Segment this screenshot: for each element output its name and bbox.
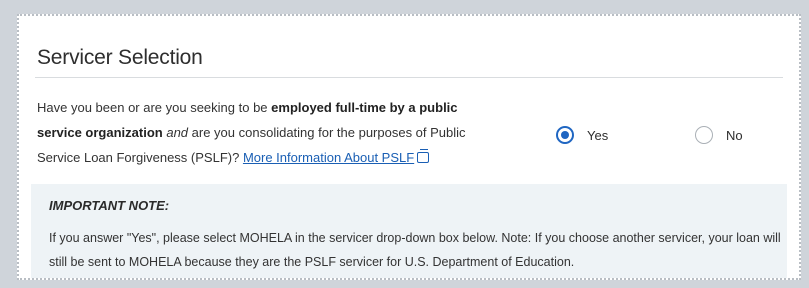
- question-italic-text: and: [166, 125, 189, 140]
- servicer-selection-panel: Servicer Selection Have you been or are …: [17, 14, 801, 280]
- important-note-title: IMPORTANT NOTE:: [49, 198, 170, 213]
- question-text-1: Have you been or are you seeking to be: [37, 100, 272, 115]
- radio-yes-label[interactable]: Yes: [587, 128, 608, 143]
- important-note-box: IMPORTANT NOTE: If you answer "Yes", ple…: [31, 184, 787, 278]
- important-note-text: If you answer "Yes", please select MOHEL…: [49, 231, 781, 269]
- section-title: Servicer Selection: [37, 46, 203, 69]
- radio-yes-circle[interactable]: [556, 126, 574, 144]
- radio-no-circle[interactable]: [695, 126, 713, 144]
- radio-selected-dot: [561, 131, 569, 139]
- more-info-pslf-link[interactable]: More Information About PSLF: [243, 150, 414, 165]
- radio-yes[interactable]: Yes: [556, 126, 608, 144]
- pslf-question: Have you been or are you seeking to be e…: [37, 95, 477, 170]
- more-info-pslf-link-label: More Information About PSLF: [242, 150, 415, 165]
- title-divider: [35, 77, 783, 78]
- radio-no[interactable]: No: [695, 126, 743, 144]
- radio-no-label[interactable]: No: [726, 128, 743, 143]
- external-link-icon[interactable]: [417, 149, 430, 163]
